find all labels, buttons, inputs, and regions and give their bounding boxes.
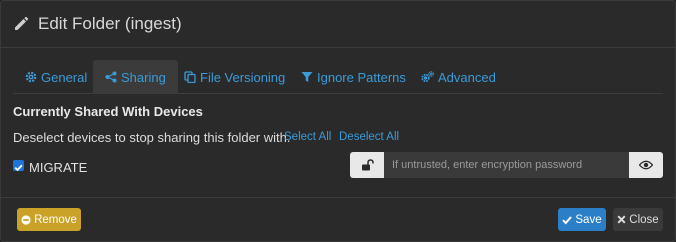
lock-button[interactable] xyxy=(350,152,384,178)
encryption-password-group xyxy=(350,152,663,178)
save-button[interactable]: Save xyxy=(558,208,606,231)
sharing-hint: Deselect devices to stop sharing this fo… xyxy=(13,130,291,145)
pencil-icon xyxy=(13,16,29,32)
edit-folder-modal: Edit Folder (ingest) General Sharing Fil… xyxy=(0,0,676,242)
checkmark-icon xyxy=(14,164,23,172)
remove-button[interactable]: Remove xyxy=(17,208,81,231)
tab-general[interactable]: General xyxy=(13,60,99,94)
device-checkbox[interactable] xyxy=(13,160,24,172)
tab-advanced[interactable]: Advanced xyxy=(409,60,508,94)
section-title: Currently Shared With Devices xyxy=(13,104,203,119)
tab-file-versioning-label: File Versioning xyxy=(200,69,286,85)
tab-advanced-label: Advanced xyxy=(438,69,496,85)
footer-divider xyxy=(1,197,675,198)
select-all-link[interactable]: Select All xyxy=(284,131,331,143)
save-label: Save xyxy=(575,213,602,226)
eye-icon xyxy=(639,160,653,170)
check-icon xyxy=(562,215,573,224)
modal-title: Edit Folder (ingest) xyxy=(38,14,182,33)
device-name: MIGRATE xyxy=(29,160,88,175)
show-password-button[interactable] xyxy=(629,152,663,178)
remove-label: Remove xyxy=(34,213,77,226)
tab-sharing[interactable]: Sharing xyxy=(93,60,178,94)
copy-icon xyxy=(184,71,196,83)
minus-circle-icon xyxy=(21,214,31,225)
cogs-icon xyxy=(421,71,434,83)
tab-sharing-label: Sharing xyxy=(121,69,166,85)
tab-ignore-patterns[interactable]: Ignore Patterns xyxy=(289,60,418,94)
tab-general-label: General xyxy=(41,69,88,85)
tab-ignore-patterns-label: Ignore Patterns xyxy=(317,69,406,85)
modal-header: Edit Folder (ingest) xyxy=(1,1,675,48)
share-icon xyxy=(105,71,117,83)
tab-file-versioning[interactable]: File Versioning xyxy=(172,60,297,94)
encryption-password-input[interactable] xyxy=(384,152,629,178)
deselect-all-link[interactable]: Deselect All xyxy=(339,131,399,143)
close-label: Close xyxy=(629,213,659,226)
close-button[interactable]: Close xyxy=(613,208,663,231)
unlock-icon xyxy=(361,159,374,171)
filter-icon xyxy=(301,72,313,82)
gear-icon xyxy=(25,71,37,83)
tab-bar: General Sharing File Versioning Ignore P… xyxy=(13,60,663,94)
close-icon xyxy=(617,215,626,224)
